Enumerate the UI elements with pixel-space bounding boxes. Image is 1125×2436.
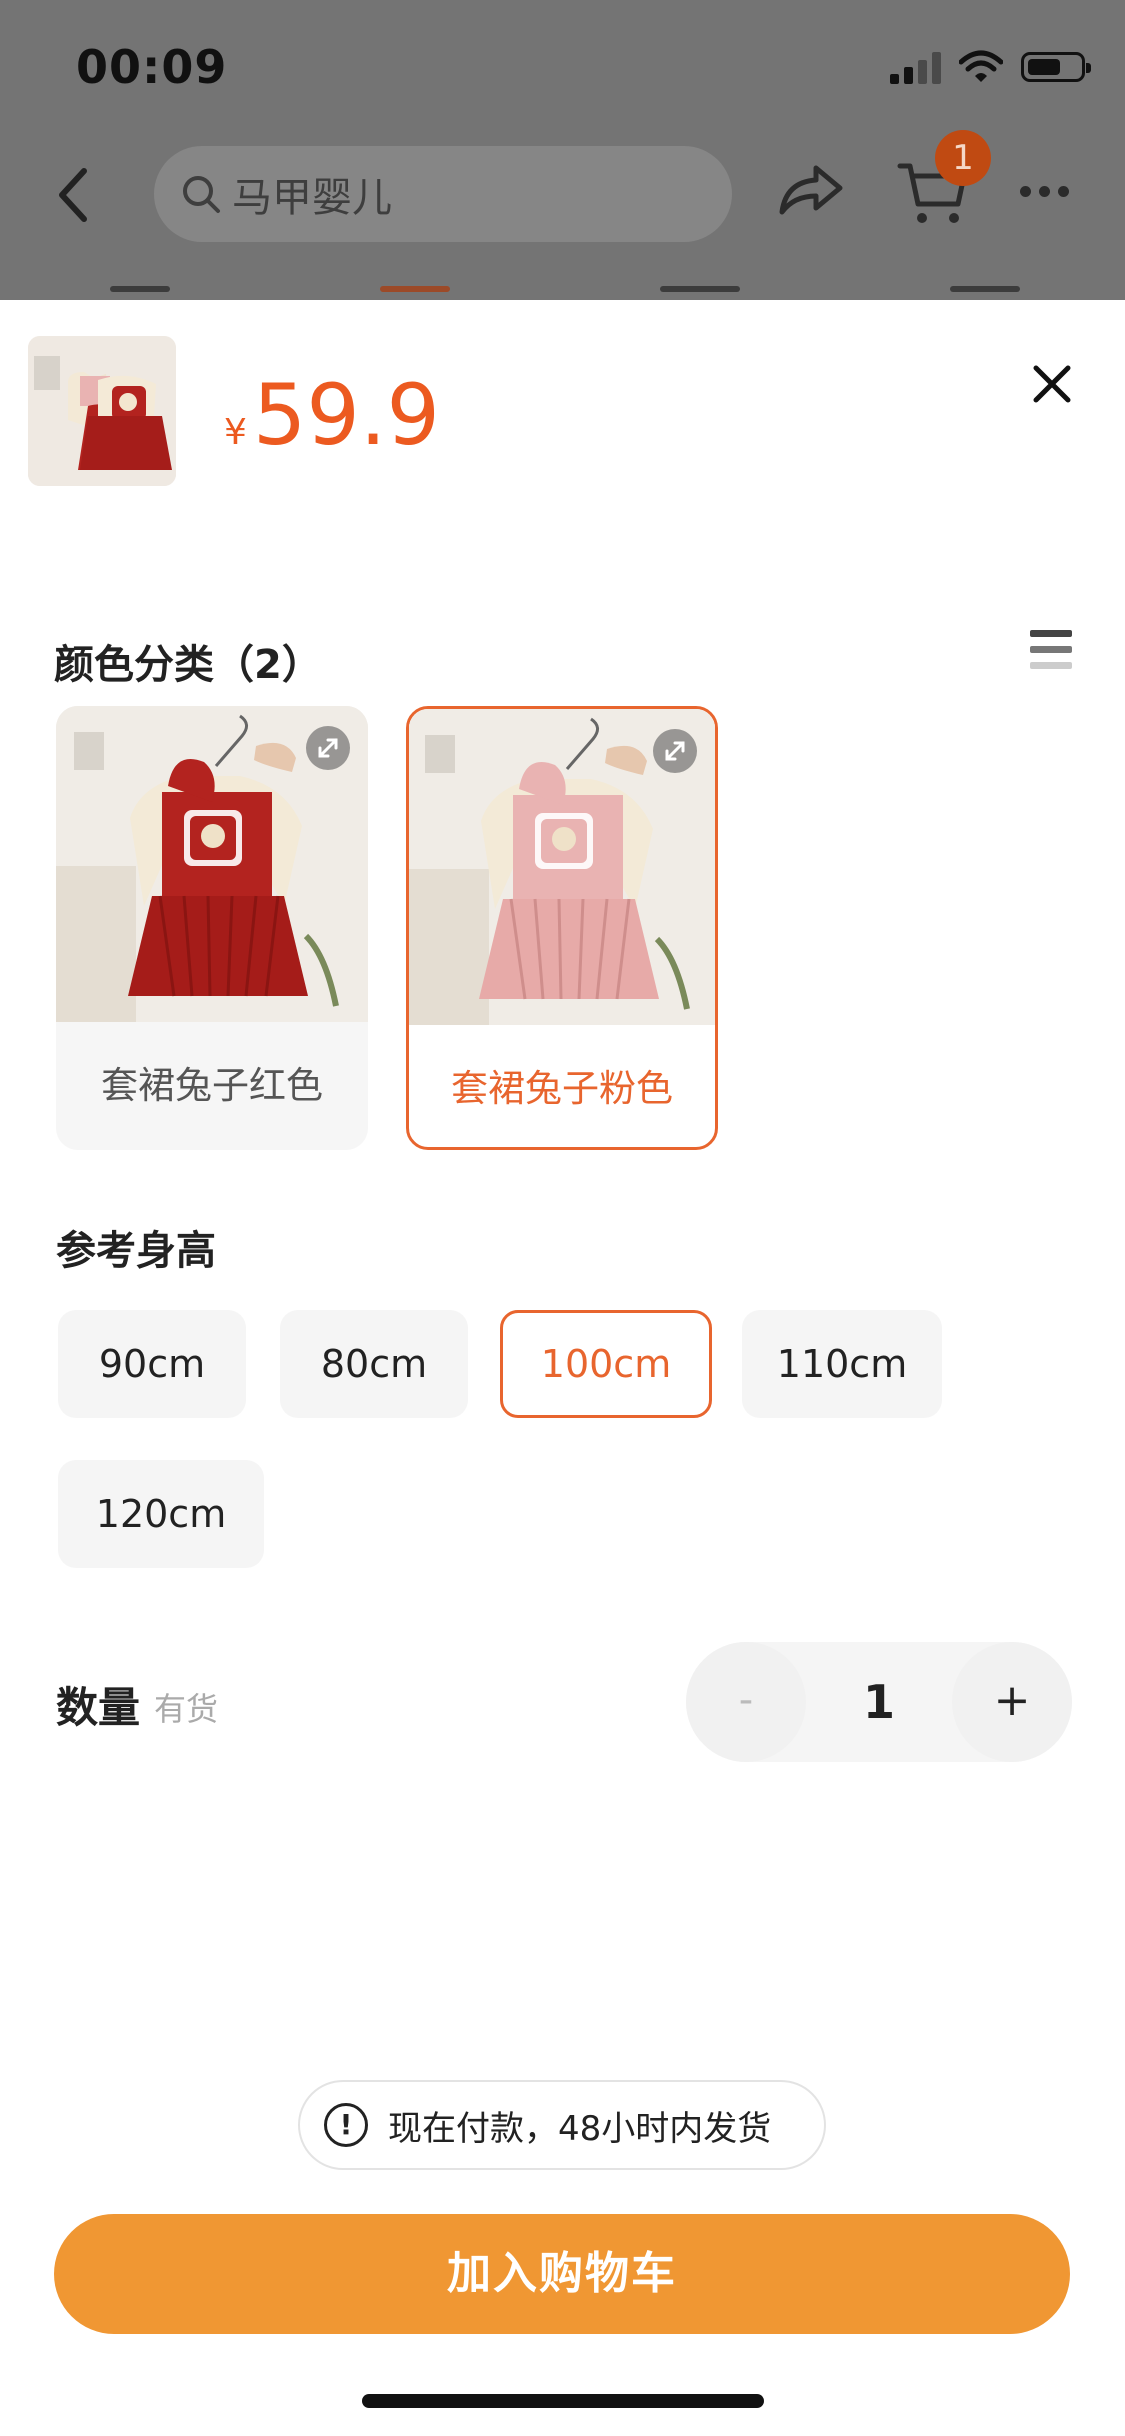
- product-thumbnail-image: [28, 336, 176, 486]
- color-option-image: [56, 706, 368, 1022]
- color-section-title: 颜色分类（2）: [54, 642, 322, 688]
- size-option-80cm[interactable]: 80cm: [280, 1310, 468, 1418]
- home-indicator[interactable]: [362, 2394, 764, 2408]
- search-icon: [183, 176, 220, 213]
- size-option-120cm[interactable]: 120cm: [58, 1460, 264, 1568]
- price-amount: 59.9: [252, 366, 440, 464]
- color-option-label: 套裙兔子粉色: [451, 1067, 673, 1110]
- more-icon[interactable]: [1020, 186, 1069, 197]
- quantity-stepper: - 1 +: [686, 1642, 1072, 1762]
- expand-image-icon[interactable]: [653, 729, 697, 773]
- page-overlay[interactable]: 00:09 马甲婴儿 1: [0, 0, 1125, 300]
- stock-status: 有货: [154, 1690, 219, 1728]
- cart-count-badge: 1: [935, 130, 991, 186]
- add-to-cart-button[interactable]: 加入购物车: [54, 2214, 1070, 2334]
- tab-bar-peek: [0, 286, 1125, 300]
- status-icons: [890, 50, 1091, 84]
- search-input[interactable]: 马甲婴儿: [154, 146, 732, 242]
- decrease-button[interactable]: -: [686, 1642, 806, 1762]
- currency-symbol: ¥: [224, 412, 247, 453]
- product-thumbnail[interactable]: [28, 336, 176, 486]
- size-option-100cm[interactable]: 100cm: [500, 1310, 712, 1418]
- size-option-110cm[interactable]: 110cm: [742, 1310, 942, 1418]
- size-section-title: 参考身高: [56, 1228, 216, 1274]
- search-placeholder: 马甲婴儿: [232, 175, 392, 221]
- color-option-image: [409, 709, 715, 1025]
- size-option-90cm[interactable]: 90cm: [58, 1310, 246, 1418]
- color-option-red[interactable]: 套裙兔子红色: [56, 706, 368, 1150]
- product-price: ¥59.9: [224, 366, 440, 464]
- list-view-icon[interactable]: [1030, 630, 1072, 678]
- close-icon[interactable]: [1030, 362, 1074, 406]
- shipping-notice-text: 现在付款，48小时内发货: [388, 2108, 772, 2149]
- status-time: 00:09: [76, 40, 228, 94]
- share-icon[interactable]: [776, 160, 846, 220]
- info-icon: !: [324, 2103, 368, 2147]
- wifi-icon: [959, 50, 1003, 82]
- quantity-label: 数量: [56, 1683, 141, 1732]
- battery-icon: [1021, 52, 1091, 82]
- cellular-signal-icon: [890, 50, 941, 84]
- increase-button[interactable]: +: [952, 1642, 1072, 1762]
- back-icon[interactable]: [54, 165, 94, 225]
- color-option-label: 套裙兔子红色: [101, 1064, 323, 1107]
- quantity-value[interactable]: 1: [806, 1642, 952, 1762]
- color-option-pink[interactable]: 套裙兔子粉色: [406, 706, 718, 1150]
- shipping-notice: ! 现在付款，48小时内发货: [298, 2080, 826, 2170]
- expand-image-icon[interactable]: [306, 726, 350, 770]
